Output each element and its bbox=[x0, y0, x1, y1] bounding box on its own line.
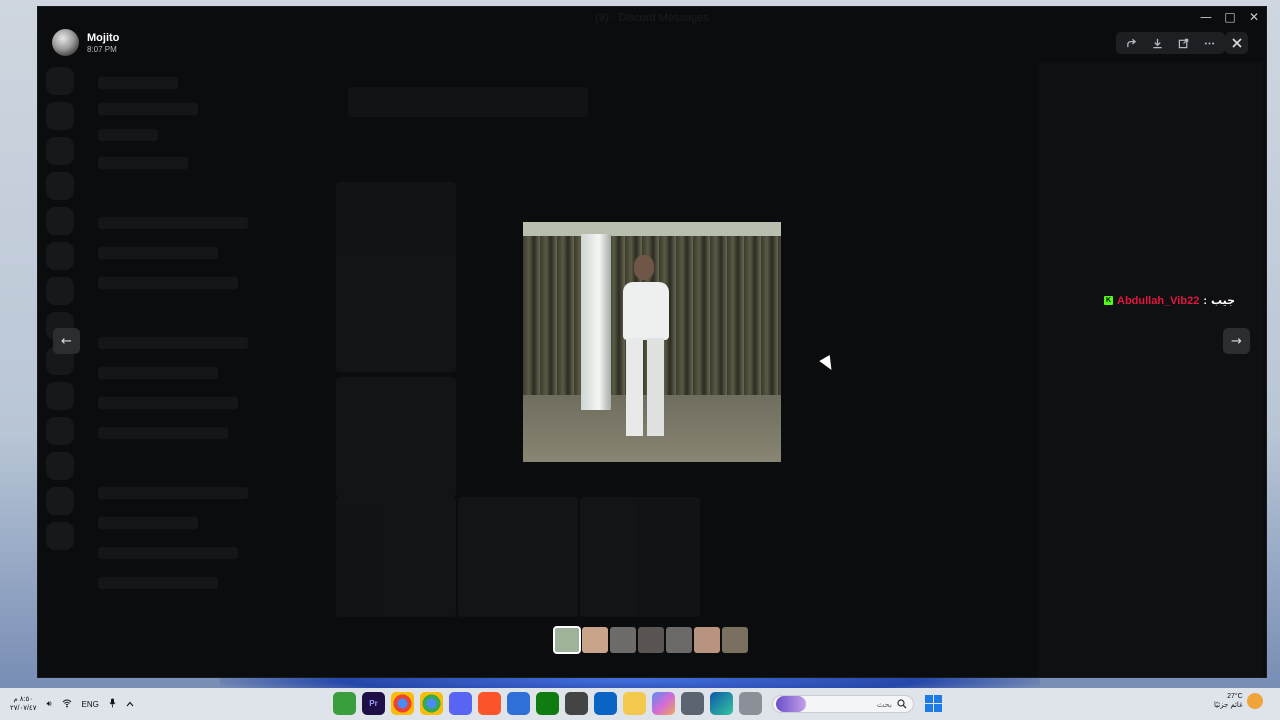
kick-icon: K bbox=[1104, 296, 1113, 305]
discord-window: (9) - Discord Messages — □ ✕ Mojito 8:07… bbox=[38, 7, 1266, 677]
media-thumbnail[interactable] bbox=[610, 627, 636, 653]
microphone-icon[interactable] bbox=[109, 698, 116, 710]
stream-chat-overlay: K Abdullah_Vib22 : جيب bbox=[1104, 294, 1235, 307]
media-thumbnail[interactable] bbox=[638, 627, 664, 653]
start-button[interactable] bbox=[925, 695, 942, 712]
clock-time: ٨:٥٠ م bbox=[13, 696, 33, 703]
premiere-icon[interactable]: Pr bbox=[362, 692, 385, 715]
copilot-icon[interactable] bbox=[652, 692, 675, 715]
overlay-username: Abdullah_Vib22 bbox=[1117, 294, 1200, 307]
avatar[interactable] bbox=[52, 29, 79, 56]
search-highlight-icon bbox=[776, 696, 806, 712]
arrow-right-icon: → bbox=[1231, 333, 1242, 349]
weather-temperature: 27°C bbox=[1227, 693, 1243, 700]
author-name[interactable]: Mojito bbox=[87, 32, 119, 44]
chevron-up-icon[interactable] bbox=[126, 700, 134, 709]
previous-media-button[interactable]: ← bbox=[53, 328, 80, 354]
overlay-message: جيب bbox=[1211, 295, 1236, 307]
xbox-icon[interactable] bbox=[536, 692, 559, 715]
maximize-button[interactable]: □ bbox=[1218, 7, 1242, 27]
edge-icon[interactable] bbox=[710, 692, 733, 715]
search-placeholder: بحث bbox=[876, 699, 892, 709]
app-store-icon[interactable] bbox=[507, 692, 530, 715]
media-thumbnail[interactable] bbox=[694, 627, 720, 653]
media-preview[interactable] bbox=[523, 222, 781, 462]
clock-date: ٢٧/٠٧/٤٧ bbox=[10, 705, 37, 712]
chrome-icon[interactable] bbox=[391, 692, 414, 715]
media-toolbar bbox=[1116, 32, 1225, 54]
server-rail bbox=[46, 67, 76, 557]
close-icon bbox=[1231, 38, 1242, 48]
more-icon[interactable] bbox=[1198, 34, 1220, 52]
close-viewer-button[interactable] bbox=[1225, 32, 1248, 54]
message-timestamp: 8:07 PM bbox=[87, 44, 117, 54]
window-title: (9) - Discord Messages bbox=[595, 12, 709, 24]
window-close-button[interactable]: ✕ bbox=[1242, 7, 1266, 27]
overlay-separator: : bbox=[1203, 294, 1207, 307]
media-thumbnail[interactable] bbox=[666, 627, 692, 653]
search-icon bbox=[897, 699, 907, 709]
app-icon-3[interactable] bbox=[681, 692, 704, 715]
app-icon-2[interactable] bbox=[565, 692, 588, 715]
media-author: Mojito 8:07 PM bbox=[52, 29, 119, 56]
media-thumbnail[interactable] bbox=[553, 626, 581, 654]
clock[interactable]: ٨:٥٠ م ٢٧/٠٧/٤٧ bbox=[10, 695, 36, 713]
file-explorer-icon[interactable] bbox=[623, 692, 646, 715]
media-thumbnail-strip bbox=[553, 626, 748, 654]
brave-icon[interactable] bbox=[478, 692, 501, 715]
external-link-icon[interactable] bbox=[1172, 34, 1194, 52]
discord-icon[interactable] bbox=[449, 692, 472, 715]
profile-panel bbox=[1038, 62, 1263, 677]
window-controls: — □ ✕ bbox=[1194, 7, 1266, 29]
weather-widget[interactable]: 27°C غائم جزئيًا bbox=[1214, 692, 1263, 710]
app-icon[interactable] bbox=[333, 692, 356, 715]
chrome-profile-icon[interactable] bbox=[420, 692, 443, 715]
window-titlebar: (9) - Discord Messages bbox=[38, 7, 1266, 29]
system-tray-left: ٨:٥٠ م ٢٧/٠٧/٤٧ 🔊︎ ENG bbox=[10, 688, 134, 720]
weather-description: غائم جزئيًا bbox=[1214, 702, 1243, 709]
forward-icon[interactable] bbox=[1121, 34, 1143, 52]
weather-icon bbox=[1246, 693, 1263, 709]
media-thumbnail[interactable] bbox=[582, 627, 608, 653]
minimize-button[interactable]: — bbox=[1194, 7, 1218, 27]
volume-icon[interactable]: 🔊︎ bbox=[46, 699, 51, 709]
arrow-left-icon: ← bbox=[61, 333, 72, 349]
media-thumbnail[interactable] bbox=[722, 627, 748, 653]
wifi-icon[interactable] bbox=[62, 699, 72, 710]
taskbar-apps: Pr bbox=[333, 692, 762, 715]
next-media-button[interactable]: → bbox=[1223, 328, 1250, 354]
outlook-icon[interactable] bbox=[594, 692, 617, 715]
app-icon-4[interactable] bbox=[739, 692, 762, 715]
download-icon[interactable] bbox=[1147, 34, 1169, 52]
language-indicator[interactable]: ENG bbox=[82, 700, 99, 709]
